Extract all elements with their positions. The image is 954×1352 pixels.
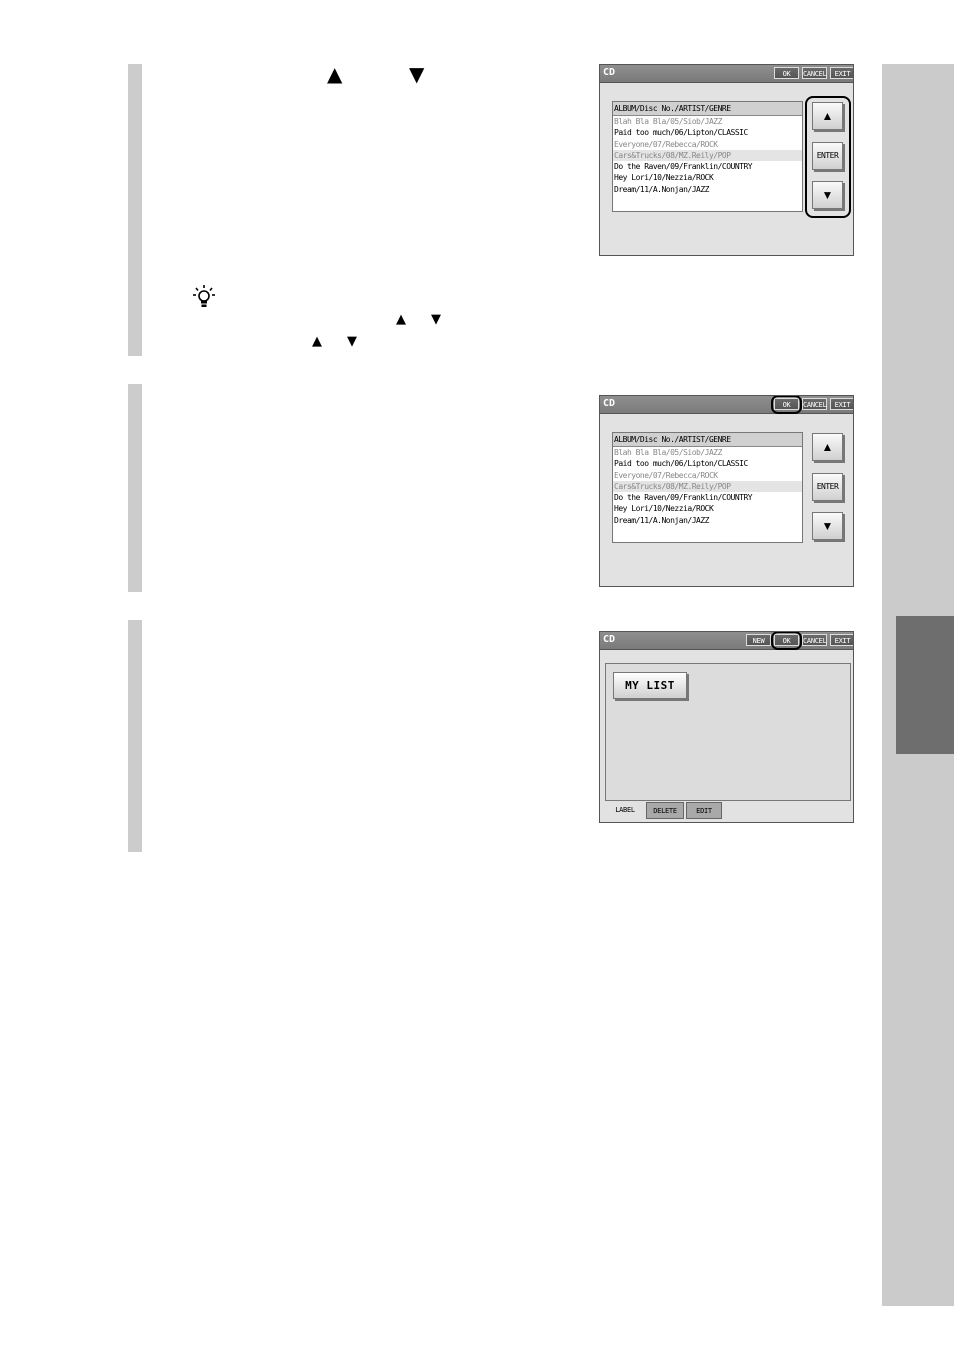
ok-button[interactable]: OK bbox=[774, 67, 799, 79]
cancel-button[interactable]: CANCEL bbox=[802, 67, 827, 79]
list-item[interactable]: Paid too much/06/Lipton/CLASSIC bbox=[613, 127, 802, 138]
down-arrow-symbol: ▼ bbox=[431, 312, 441, 327]
list-item[interactable]: Paid too much/06/Lipton/CLASSIC bbox=[613, 458, 802, 469]
screen-title: CD bbox=[603, 634, 616, 645]
exit-button[interactable]: EXIT bbox=[830, 398, 853, 410]
exit-button[interactable]: EXIT bbox=[830, 67, 853, 79]
list-item[interactable]: Blah Bla Bla/05/Siob/JAZZ bbox=[613, 116, 802, 127]
cd-screen-1: CD OK CANCEL EXIT ALBUM/Disc No./ARTIST/… bbox=[599, 64, 854, 256]
up-arrow-symbol: ▲ bbox=[327, 62, 343, 86]
cancel-button[interactable]: CANCEL bbox=[802, 634, 827, 646]
step-2-bar bbox=[128, 384, 142, 592]
down-arrow-symbol: ▼ bbox=[347, 334, 357, 349]
tab-edit[interactable]: EDIT bbox=[686, 802, 722, 819]
scroll-down-button[interactable]: ▼ bbox=[812, 512, 843, 540]
scroll-up-button[interactable]: ▲ bbox=[812, 433, 843, 461]
step-1-bar bbox=[128, 64, 142, 356]
cd-list: ALBUM/Disc No./ARTIST/GENRE Blah Bla Bla… bbox=[612, 432, 803, 543]
screen-title: CD bbox=[603, 67, 616, 78]
list-item-selected[interactable]: Cars&Trucks/08/MZ.Reily/POP bbox=[613, 149, 802, 162]
highlight-ring bbox=[805, 96, 851, 218]
list-item[interactable]: Do the Raven/09/Franklin/COUNTRY bbox=[613, 492, 802, 503]
cd-screen-3: CD NEW OK CANCEL EXIT MY LIST LABEL DELE… bbox=[599, 631, 854, 823]
up-arrow-symbol: ▲ bbox=[312, 334, 322, 349]
list-header: ALBUM/Disc No./ARTIST/GENRE bbox=[613, 433, 802, 447]
down-arrow-symbol: ▼ bbox=[409, 62, 425, 86]
tab-label[interactable]: LABEL bbox=[606, 802, 644, 819]
new-button[interactable]: NEW bbox=[746, 634, 771, 646]
cancel-button[interactable]: CANCEL bbox=[802, 398, 827, 410]
lightbulb-icon bbox=[193, 285, 215, 307]
list-item[interactable]: Everyone/07/Rebecca/ROCK bbox=[613, 470, 802, 481]
title-bar: CD OK CANCEL EXIT bbox=[600, 65, 853, 83]
cd-list: ALBUM/Disc No./ARTIST/GENRE Blah Bla Bla… bbox=[612, 101, 803, 212]
highlight-ring bbox=[771, 396, 802, 414]
title-bar: CD NEW OK CANCEL EXIT bbox=[600, 632, 853, 650]
list-item-selected[interactable]: Cars&Trucks/08/MZ.Reily/POP bbox=[613, 480, 802, 493]
screen-title: CD bbox=[603, 398, 616, 409]
list-item[interactable]: Blah Bla Bla/05/Siob/JAZZ bbox=[613, 447, 802, 458]
list-header: ALBUM/Disc No./ARTIST/GENRE bbox=[613, 102, 802, 116]
highlight-ring bbox=[771, 632, 802, 650]
mylist-panel: MY LIST bbox=[605, 663, 851, 801]
my-list-button[interactable]: MY LIST bbox=[613, 672, 687, 699]
title-bar: CD OK CANCEL EXIT bbox=[600, 396, 853, 414]
list-item[interactable]: Everyone/07/Rebecca/ROCK bbox=[613, 139, 802, 150]
list-item[interactable]: Do the Raven/09/Franklin/COUNTRY bbox=[613, 161, 802, 172]
list-item[interactable]: Dream/11/A.Nonjan/JAZZ bbox=[613, 515, 802, 526]
up-arrow-symbol: ▲ bbox=[396, 312, 406, 327]
list-item[interactable]: Dream/11/A.Nonjan/JAZZ bbox=[613, 184, 802, 195]
cd-screen-2: CD OK CANCEL EXIT ALBUM/Disc No./ARTIST/… bbox=[599, 395, 854, 587]
exit-button[interactable]: EXIT bbox=[830, 634, 853, 646]
step-3-bar bbox=[128, 620, 142, 852]
enter-button[interactable]: ENTER bbox=[812, 473, 843, 501]
list-item[interactable]: Hey Lori/10/Nezzia/ROCK bbox=[613, 172, 802, 183]
list-item[interactable]: Hey Lori/10/Nezzia/ROCK bbox=[613, 503, 802, 514]
tab-delete[interactable]: DELETE bbox=[646, 802, 684, 819]
chapter-tab bbox=[896, 616, 954, 754]
